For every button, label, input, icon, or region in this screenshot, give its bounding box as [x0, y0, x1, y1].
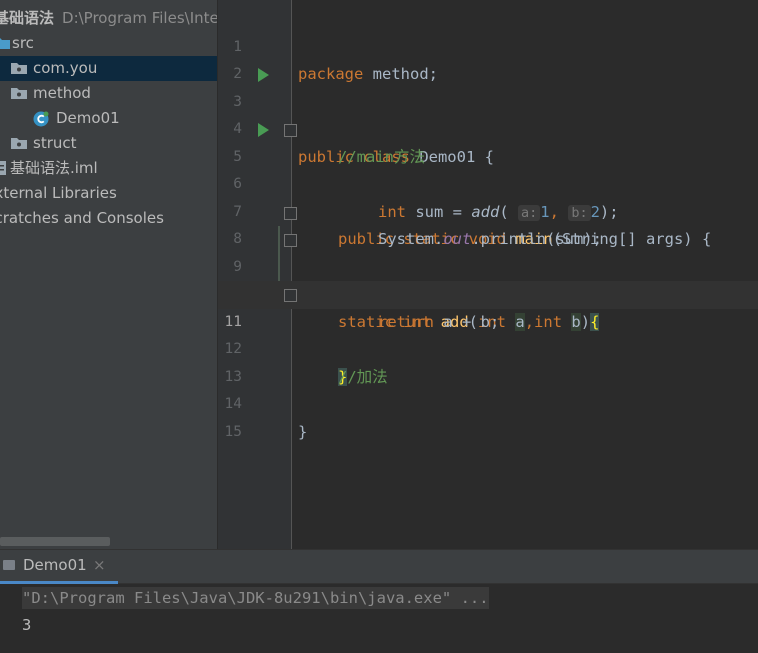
fold-icon[interactable] — [284, 289, 297, 302]
console-icon — [3, 560, 15, 570]
fold-icon[interactable] — [284, 206, 297, 220]
tree-item-label: src — [12, 34, 34, 52]
code-line[interactable]: 10 return a + b; — [218, 254, 758, 331]
code-line[interactable]: 9 static int add(int a,int b){ — [218, 226, 758, 331]
project-name: 基础语法 — [0, 9, 55, 27]
tree-item-demo01[interactable]: Demo01 — [0, 106, 217, 131]
tree-item-src[interactable]: src — [0, 31, 217, 56]
project-root[interactable]: 基础语法 D:\Program Files\IntelliJ — [0, 6, 217, 31]
code-line[interactable]: 6 int sum = add( a: 1, b: 2); — [218, 144, 758, 221]
run-tool-window: Demo01 × "D:\Program Files\Java\JDK-8u29… — [0, 549, 758, 653]
tree-item-com-you[interactable]: com.you — [0, 56, 217, 81]
fold-icon[interactable] — [284, 124, 297, 137]
package-icon — [11, 88, 27, 99]
fold-icon[interactable] — [284, 234, 297, 247]
package-icon — [11, 138, 27, 149]
run-tab-bar: Demo01 × — [0, 550, 758, 584]
tree-item-struct[interactable]: struct — [0, 131, 217, 156]
tree-item-label: method — [33, 84, 91, 102]
code-line[interactable]: 3 public class Demo01 { — [218, 61, 758, 166]
close-icon[interactable]: × — [93, 556, 106, 574]
tree-item-external-libraries[interactable]: External Libraries — [0, 181, 217, 206]
tree-item-label: Scratches and Consoles — [0, 209, 164, 227]
console-output: 3 — [22, 616, 32, 634]
tree-item-label: External Libraries — [0, 184, 117, 202]
code-line[interactable]: 12 //加法 — [218, 309, 758, 386]
source-folder-icon — [0, 38, 10, 49]
code-editor[interactable]: 1 package method; 2 3 public class Demo0… — [218, 0, 758, 549]
module-file-icon — [0, 161, 6, 175]
project-path: D:\Program Files\IntelliJ — [62, 9, 217, 27]
code-line[interactable]: 2 — [218, 34, 758, 82]
tree-item-iml[interactable]: 基础语法.iml — [0, 156, 217, 181]
run-tab-label: Demo01 — [23, 556, 87, 574]
code-line[interactable]: 4 //main方法 — [218, 89, 758, 166]
code-line[interactable]: 14 } — [218, 364, 758, 441]
code-line-current[interactable]: 11 } — [218, 281, 758, 386]
code-text: } — [298, 422, 308, 441]
tree-item-label: com.you — [33, 59, 98, 77]
run-tab-demo01[interactable]: Demo01 × — [0, 550, 118, 584]
project-tool-window: 基础语法 D:\Program Files\IntelliJ src com.yo… — [0, 0, 217, 549]
tree-item-label: struct — [33, 134, 77, 152]
code-line[interactable]: 13 — [218, 336, 758, 385]
run-method-icon[interactable] — [258, 123, 269, 137]
code-line[interactable]: 5 public static void main(String[] args)… — [218, 116, 758, 248]
package-icon — [11, 63, 27, 74]
java-class-icon — [33, 111, 49, 127]
console-command[interactable]: "D:\Program Files\Java\JDK-8u291\bin\jav… — [22, 587, 489, 609]
tree-item-method[interactable]: method — [0, 81, 217, 106]
line-number: 15 — [224, 423, 242, 440]
code-line[interactable]: 1 package method; — [218, 6, 758, 84]
code-line[interactable]: 15 — [218, 391, 758, 440]
tree-item-scratches[interactable]: Scratches and Consoles — [0, 206, 217, 231]
horizontal-scrollbar[interactable] — [0, 537, 110, 546]
code-line[interactable]: 8 } — [218, 199, 758, 303]
tree-item-label: Demo01 — [56, 109, 120, 127]
tree-item-label: 基础语法.iml — [10, 159, 98, 177]
code-line[interactable]: 7 System.out.println(sum); — [218, 171, 758, 249]
run-class-icon[interactable] — [258, 68, 269, 82]
